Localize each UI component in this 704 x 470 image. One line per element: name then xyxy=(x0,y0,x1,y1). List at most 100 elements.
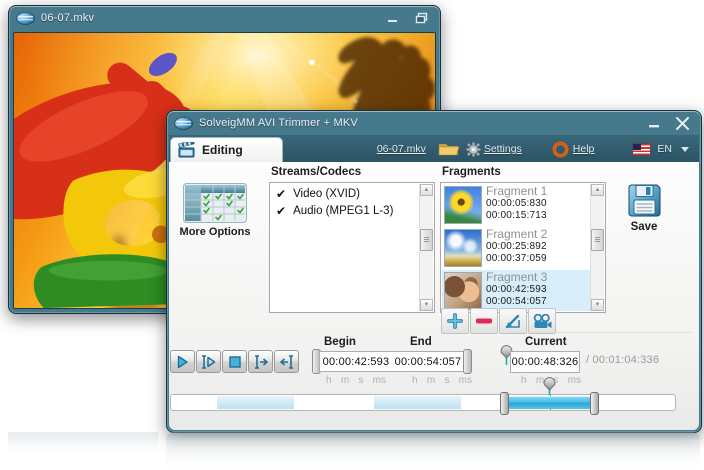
scroll-up-arrow[interactable]: ▲ xyxy=(420,184,433,196)
end-time-field[interactable]: 00:00:54:057 xyxy=(392,356,464,368)
remove-fragment-button[interactable] xyxy=(470,308,498,334)
folder-icon[interactable] xyxy=(438,141,460,157)
tab-editing[interactable]: Editing xyxy=(170,137,283,162)
player-restore-button[interactable] xyxy=(410,11,432,26)
fragment-begin-time: 00:00:42:593 xyxy=(486,284,547,295)
scroll-thumb[interactable] xyxy=(420,229,433,251)
player-window-title: 06-07.mkv xyxy=(41,12,95,24)
fragment-list-item[interactable]: Fragment 2 00:00:25:892 00:00:37:059 xyxy=(442,227,591,270)
timeline-position-pin[interactable] xyxy=(542,377,557,395)
clapperboard-icon xyxy=(178,141,195,157)
check-icon: ✔ xyxy=(276,203,287,218)
unit-label: h xyxy=(412,375,418,386)
fragment-list-item[interactable]: Fragment 3 00:00:42:593 00:00:54:057 xyxy=(442,270,591,311)
more-options-button[interactable]: More Options xyxy=(178,183,252,239)
goto-begin-marker-button[interactable] xyxy=(274,350,299,373)
stream-item[interactable]: ✔ Audio (MPEG1 L-3) xyxy=(270,202,434,219)
help-link[interactable]: Help xyxy=(573,143,595,155)
unit-label: h xyxy=(521,375,527,386)
window-reflection xyxy=(8,432,158,452)
add-fragment-button[interactable] xyxy=(441,308,469,334)
desktop: 06-07.mkv SolveigMM AVI Trimmer + MKV Ed… xyxy=(0,0,704,470)
editor-minimize-button[interactable] xyxy=(643,116,665,131)
help-icon[interactable] xyxy=(552,141,569,158)
timeline-segment-selected[interactable] xyxy=(499,392,600,415)
unit-label: ms xyxy=(567,375,581,386)
fragment-name: Fragment 1 xyxy=(486,184,548,198)
save-button[interactable]: Save xyxy=(621,182,667,233)
scroll-thumb[interactable] xyxy=(591,229,604,251)
fragments-listbox[interactable]: Fragment 1 00:00:05:830 00:00:15:713 Fra… xyxy=(440,182,606,313)
total-duration: / 00:01:04:336 xyxy=(586,354,660,366)
app-logo-icon xyxy=(16,11,35,25)
unit-label: s xyxy=(358,375,364,386)
options-table-icon xyxy=(183,183,247,223)
timeline-segment[interactable] xyxy=(216,396,295,409)
begin-end-field-group: 00:00:42:593 00:00:54:057 xyxy=(312,349,472,374)
fragment-begin-time: 00:00:25:892 xyxy=(486,241,547,252)
video-camera-icon xyxy=(533,313,551,328)
open-file-link[interactable]: 06-07.mkv xyxy=(377,143,426,155)
streams-scrollbar[interactable]: ▲ ▼ xyxy=(419,184,433,311)
tab-editing-label: Editing xyxy=(202,143,243,157)
language-flag-icon[interactable] xyxy=(632,142,652,156)
streams-listbox[interactable]: ✔ Video (XVID) ✔ Audio (MPEG1 L-3) ▲ ▼ xyxy=(269,182,435,313)
fragment-thumbnail xyxy=(444,186,482,224)
timeline-track[interactable] xyxy=(170,377,676,415)
app-logo-icon xyxy=(174,116,193,130)
marker-right-icon xyxy=(254,354,268,369)
end-spin-cap[interactable] xyxy=(463,349,472,374)
fragments-scrollbar[interactable]: ▲ ▼ xyxy=(590,184,604,311)
unit-label: s xyxy=(444,375,450,386)
fragment-begin-time: 00:00:05:830 xyxy=(486,198,547,209)
play-fragment-button[interactable] xyxy=(196,350,221,373)
play-button[interactable] xyxy=(170,350,195,373)
unit-label: m xyxy=(340,375,350,386)
fragment-end-time: 00:00:15:713 xyxy=(486,210,547,221)
fragment-toolbar xyxy=(441,308,557,334)
save-floppy-icon xyxy=(628,184,660,217)
begin-units: h m s ms xyxy=(326,375,386,386)
stop-icon xyxy=(228,355,241,368)
stream-item-label: Video (XVID) xyxy=(293,187,360,200)
current-time-value: 00:00:48:326 xyxy=(511,356,579,368)
fragment-name: Fragment 3 xyxy=(486,270,548,284)
fragment-list-item[interactable]: Fragment 1 00:00:05:830 00:00:15:713 xyxy=(442,184,591,227)
current-time-field[interactable]: 00:00:48:326 xyxy=(510,351,580,373)
more-options-label: More Options xyxy=(179,226,251,238)
window-reflection xyxy=(166,432,700,470)
stop-button[interactable] xyxy=(222,350,247,373)
tab-strip: Editing 06-07.mkv Settings Help EN xyxy=(169,135,699,162)
editor-close-button[interactable] xyxy=(671,116,693,131)
trim-handle-left[interactable] xyxy=(499,392,509,415)
trim-handle-right[interactable] xyxy=(590,392,600,415)
preview-fragment-button[interactable] xyxy=(528,308,556,334)
fragment-thumbnail xyxy=(444,229,482,267)
scroll-down-arrow[interactable]: ▼ xyxy=(591,299,604,311)
begin-time-field[interactable]: 00:00:42:593 xyxy=(320,356,392,368)
player-minimize-button[interactable] xyxy=(382,11,404,26)
check-icon: ✔ xyxy=(276,186,287,201)
fragments-list: Fragment 1 00:00:05:830 00:00:15:713 Fra… xyxy=(442,184,591,311)
settings-gear-icon[interactable] xyxy=(465,141,481,157)
section-divider xyxy=(509,332,691,333)
streams-list: ✔ Video (XVID) ✔ Audio (MPEG1 L-3) xyxy=(270,183,434,219)
plus-icon xyxy=(447,313,463,329)
player-titlebar[interactable]: 06-07.mkv xyxy=(9,6,440,30)
language-label[interactable]: EN xyxy=(657,143,672,155)
unit-label: ms xyxy=(372,375,386,386)
edit-fragment-button[interactable] xyxy=(499,308,527,334)
scroll-down-arrow[interactable]: ▼ xyxy=(420,299,433,311)
goto-end-marker-button[interactable] xyxy=(248,350,273,373)
stream-item[interactable]: ✔ Video (XVID) xyxy=(270,185,434,202)
save-button-label: Save xyxy=(630,221,658,233)
editor-titlebar[interactable]: SolveigMM AVI Trimmer + MKV xyxy=(167,111,701,135)
scroll-up-arrow[interactable]: ▲ xyxy=(591,184,604,196)
language-dropdown-arrow[interactable] xyxy=(681,146,689,152)
end-units: h m s ms xyxy=(412,375,472,386)
begin-end-fields: 00:00:42:593 00:00:54:057 xyxy=(319,351,465,372)
unit-label: h xyxy=(326,375,332,386)
settings-link[interactable]: Settings xyxy=(484,143,522,155)
timeline-segment[interactable] xyxy=(373,396,462,409)
editor-window-title: SolveigMM AVI Trimmer + MKV xyxy=(199,117,358,129)
